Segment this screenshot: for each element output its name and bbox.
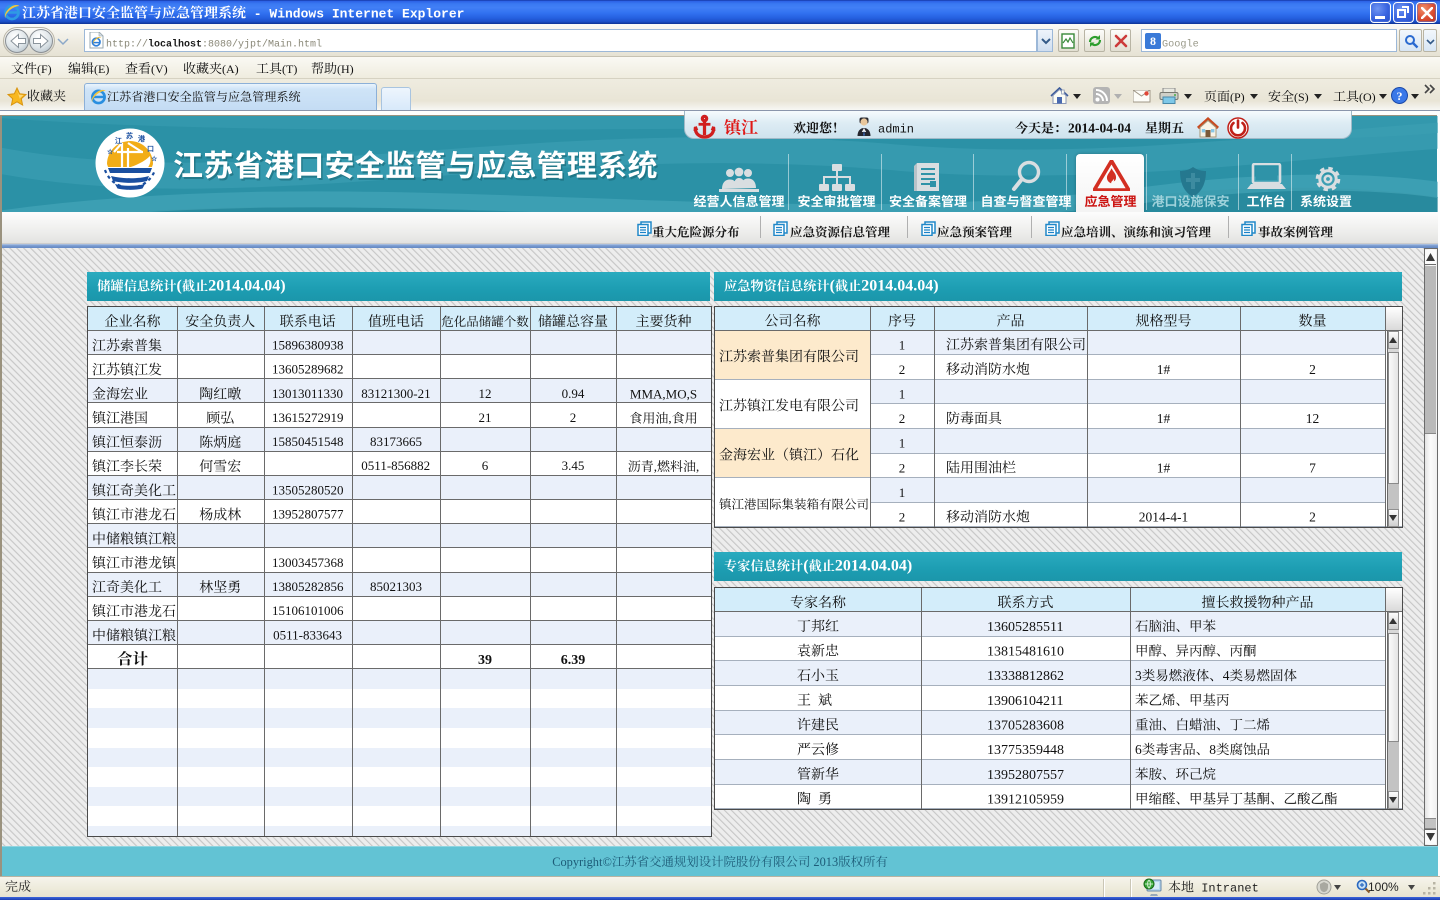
svg-text:?: ? [1397,89,1403,103]
svg-text:港: 港 [138,134,146,143]
svg-text:江: 江 [115,136,122,145]
svg-text:苏: 苏 [126,131,133,140]
